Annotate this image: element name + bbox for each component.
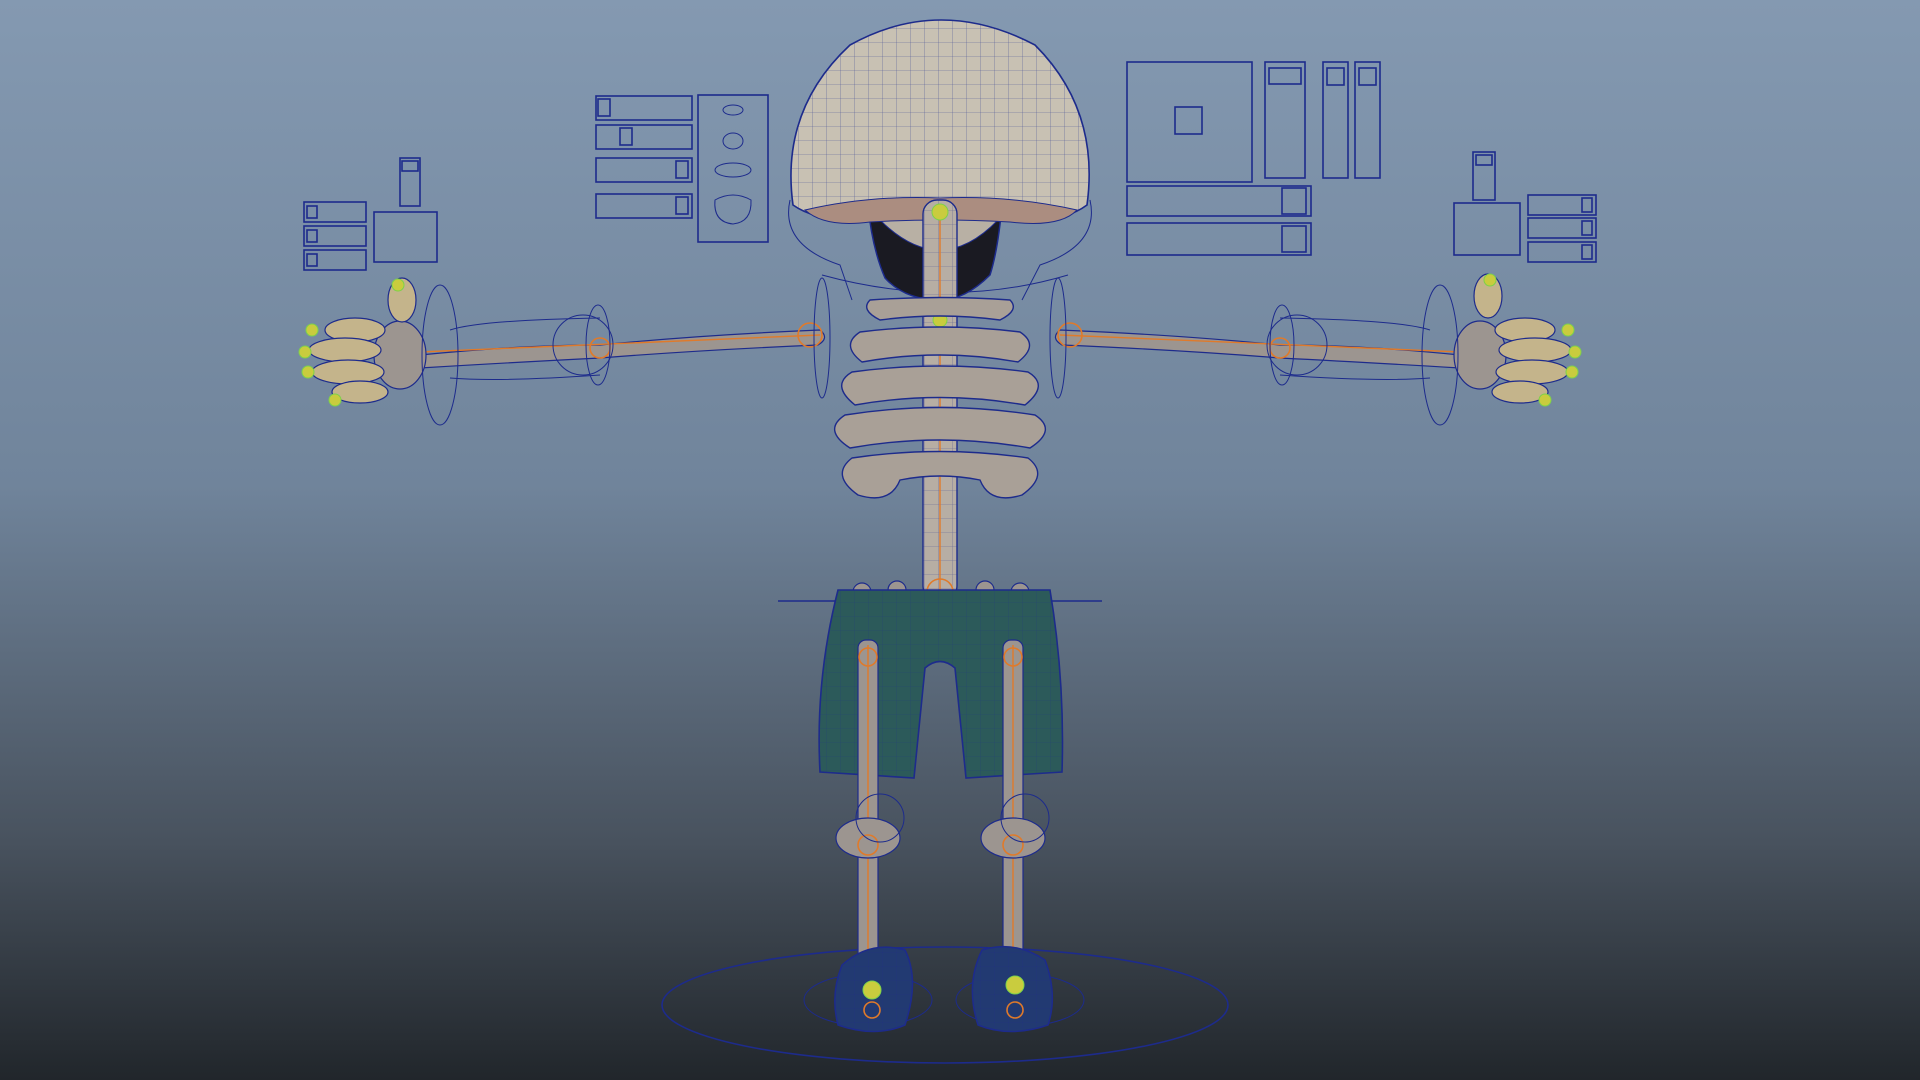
right-arm[interactable] xyxy=(1049,277,1461,399)
left-hand-ui-panel[interactable] xyxy=(303,157,438,271)
right-hand-ui-panel[interactable] xyxy=(1453,151,1597,263)
left-shoe-mesh[interactable] xyxy=(834,946,914,1033)
head-dome-mesh[interactable] xyxy=(790,19,1090,224)
face-slider-panel[interactable] xyxy=(595,94,769,243)
face-ui-icon xyxy=(697,94,769,243)
right-knee-mesh xyxy=(980,817,1046,859)
shorts-mesh[interactable] xyxy=(818,589,1064,779)
left-knee-mesh xyxy=(835,817,901,859)
right-hand[interactable] xyxy=(1421,273,1582,426)
body-ui-panel[interactable] xyxy=(1126,61,1381,256)
left-arm[interactable] xyxy=(419,277,831,399)
maya-viewport[interactable] xyxy=(0,0,1920,1080)
right-shoe-mesh[interactable] xyxy=(971,945,1054,1033)
spine-mesh[interactable] xyxy=(922,199,958,601)
ribcage-mesh[interactable] xyxy=(834,296,1046,499)
scene-canvas[interactable] xyxy=(0,0,1920,1080)
ground-control-icon[interactable] xyxy=(661,946,1229,1064)
neck-fk-control[interactable] xyxy=(931,203,949,221)
